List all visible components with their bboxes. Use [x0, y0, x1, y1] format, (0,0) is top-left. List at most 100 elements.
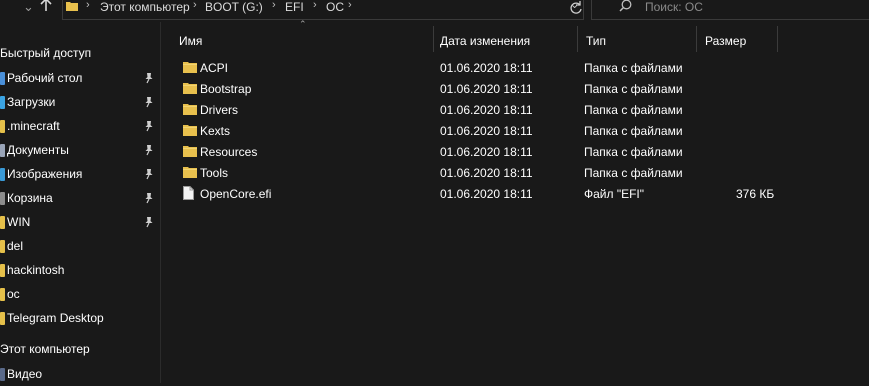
sidebar-item-документы[interactable]: Документы	[0, 140, 160, 162]
column-divider[interactable]	[577, 26, 578, 52]
sidebar-item-label: WIN	[7, 215, 31, 229]
sidebar-item-label: del	[7, 239, 24, 253]
chevron-right-icon[interactable]: ›	[272, 0, 276, 11]
this-pc-header[interactable]: Этот компьютер	[0, 340, 160, 362]
breadcrumb-boot-drive[interactable]: BOOT (G:)	[205, 0, 263, 14]
file-row[interactable]: Drivers 01.06.2020 18:11 Папка с файлами	[174, 99, 694, 120]
file-row[interactable]: Resources 01.06.2020 18:11 Папка с файлами	[174, 141, 694, 162]
address-bar[interactable]: › Этот компьютер › BOOT (G:) › EFI › OC …	[62, 0, 584, 20]
sidebar-item-label: oc	[7, 287, 20, 301]
column-header-type[interactable]: Тип	[586, 34, 606, 48]
pin-icon[interactable]	[144, 168, 154, 180]
file-date: 01.06.2020 18:11	[440, 82, 533, 96]
toolbar: ⌄ › Этот компьютер › BOOT (G:) › EFI › O…	[0, 0, 869, 22]
folder-icon	[0, 96, 5, 109]
file-type: Папка с файлами	[584, 82, 683, 96]
file-type: Папка с файлами	[584, 61, 683, 75]
file-type: Папка с файлами	[584, 103, 683, 117]
file-name: Resources	[200, 145, 258, 159]
sidebar-item-label: Загрузки	[7, 95, 56, 109]
folder-icon	[183, 124, 197, 136]
file-name: ACPI	[200, 61, 229, 75]
breadcrumb-efi[interactable]: EFI	[285, 0, 304, 14]
breadcrumb-this-pc[interactable]: Этот компьютер	[100, 0, 190, 14]
folder-icon	[0, 192, 5, 205]
pin-icon[interactable]	[144, 120, 154, 132]
folder-icon	[183, 166, 197, 178]
sidebar-item-minecraft[interactable]: .minecraft	[0, 116, 160, 138]
folder-icon	[0, 144, 5, 157]
file-date: 01.06.2020 18:11	[440, 166, 533, 180]
file-date: 01.06.2020 18:11	[440, 145, 533, 159]
search-box[interactable]: Поиск: OC	[591, 0, 869, 20]
column-header-size[interactable]: Размер	[705, 34, 746, 48]
file-name: Tools	[200, 166, 229, 180]
sidebar-item-изображения[interactable]: Изображения	[0, 164, 160, 186]
refresh-icon[interactable]	[569, 1, 583, 18]
sidebar-item-oc[interactable]: oc	[0, 284, 160, 306]
file-row[interactable]: OpenCore.efi 01.06.2020 18:11 Файл "EFI" 37…	[174, 183, 774, 204]
file-name: Drivers	[200, 103, 238, 117]
file-type: Папка с файлами	[584, 124, 683, 138]
folder-icon	[0, 120, 5, 133]
folder-icon	[0, 72, 5, 85]
sidebar-item-label: Telegram Desktop	[7, 311, 104, 325]
file-name: Kexts	[200, 124, 231, 138]
pin-icon[interactable]	[144, 216, 154, 228]
sidebar-divider	[160, 22, 161, 383]
column-header-row: ⌃ Имя Дата изменения Тип Размер	[161, 19, 869, 52]
folder-icon	[0, 264, 5, 277]
sidebar-item-hackintosh[interactable]: hackintosh	[0, 260, 160, 282]
pin-icon[interactable]	[144, 96, 154, 108]
folder-icon	[66, 0, 78, 15]
pin-icon[interactable]	[144, 72, 154, 84]
column-divider[interactable]	[433, 26, 434, 52]
sidebar-item-win[interactable]: WIN	[0, 212, 160, 234]
folder-icon	[0, 216, 5, 229]
column-divider[interactable]	[696, 26, 697, 52]
this-pc-label: Этот компьютер	[0, 342, 90, 356]
column-header-name[interactable]: Имя	[179, 34, 202, 48]
file-size: 376 КБ	[736, 187, 775, 201]
pin-icon[interactable]	[144, 144, 154, 156]
sidebar-item-label: Корзина	[7, 191, 53, 205]
quick-access-label: Быстрый доступ	[0, 46, 92, 60]
folder-icon	[183, 82, 197, 94]
up-arrow-icon[interactable]	[40, 0, 52, 18]
sidebar-item-рабочий-стол[interactable]: Рабочий стол	[0, 68, 160, 90]
pin-icon[interactable]	[144, 192, 154, 204]
dropdown-chevron-icon[interactable]: ⌄	[23, 0, 34, 18]
file-type: Файл "EFI"	[584, 187, 645, 201]
navigation-pane: Быстрый доступ Рабочий стол Загрузки .mine…	[0, 44, 160, 383]
file-type: Папка с файлами	[584, 145, 683, 159]
folder-icon	[0, 288, 5, 301]
folder-icon	[183, 145, 197, 157]
file-name: Bootstrap	[200, 82, 252, 96]
search-input[interactable]: Поиск: OC	[645, 0, 703, 14]
chevron-right-icon[interactable]: ›	[348, 0, 352, 11]
chevron-right-icon: ›	[86, 0, 90, 11]
chevron-right-icon[interactable]: ›	[313, 0, 317, 11]
column-header-date[interactable]: Дата изменения	[440, 34, 530, 48]
quick-access-header[interactable]: Быстрый доступ	[0, 44, 160, 66]
chevron-right-icon[interactable]: ›	[193, 0, 197, 11]
file-row[interactable]: ACPI 01.06.2020 18:11 Папка с файлами	[174, 57, 694, 78]
file-date: 01.06.2020 18:11	[440, 187, 533, 201]
folder-icon	[183, 61, 197, 73]
folder-icon	[183, 103, 197, 115]
sort-ascending-icon: ⌃	[299, 19, 307, 29]
column-divider[interactable]	[777, 26, 778, 52]
file-row[interactable]: Bootstrap 01.06.2020 18:11 Папка с файлами	[174, 78, 694, 99]
sidebar-item-label: Видео	[7, 367, 43, 381]
breadcrumb-oc[interactable]: OC	[326, 0, 344, 14]
sidebar-item-label: Документы	[7, 143, 69, 157]
sidebar-item-label: Рабочий стол	[7, 71, 83, 85]
sidebar-item-del[interactable]: del	[0, 236, 160, 258]
file-row[interactable]: Kexts 01.06.2020 18:11 Папка с файлами	[174, 120, 694, 141]
file-row[interactable]: Tools 01.06.2020 18:11 Папка с файлами	[174, 162, 694, 183]
sidebar-item-label: Изображения	[7, 167, 83, 181]
folder-icon	[0, 240, 5, 253]
sidebar-item-загрузки[interactable]: Загрузки	[0, 92, 160, 114]
sidebar-item-telegram-desktop[interactable]: Telegram Desktop	[0, 308, 160, 330]
sidebar-item-корзина[interactable]: Корзина	[0, 188, 160, 210]
